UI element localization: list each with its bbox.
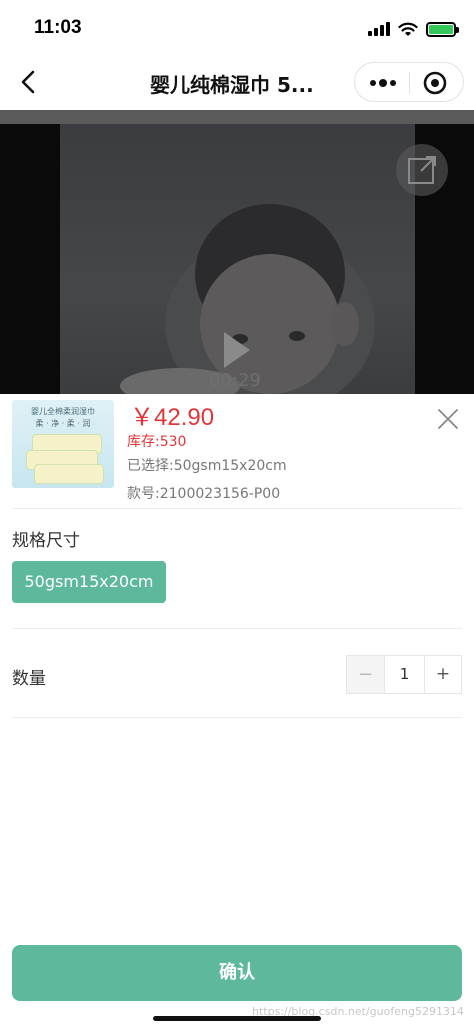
close-icon[interactable] <box>436 407 460 431</box>
status-icons <box>368 20 459 38</box>
divider <box>12 717 462 718</box>
quantity-minus-button[interactable]: − <box>347 656 385 693</box>
wifi-icon <box>398 22 418 36</box>
cellular-signal-icon <box>368 22 390 36</box>
sku-number: 款号:2100023156-P00 <box>127 486 281 502</box>
thumbnail-subtitle: 柔 · 净 · 柔 · 润 <box>35 419 91 428</box>
product-thumbnail: 婴儿全棉柔润湿巾 柔 · 净 · 柔 · 润 <box>12 400 114 488</box>
product-price: ￥42.90 <box>130 404 215 431</box>
expand-video-button[interactable] <box>396 144 448 196</box>
video-duration: 00:29 <box>209 370 261 391</box>
wipes-pack-image <box>34 464 104 484</box>
external-link-icon <box>408 156 436 184</box>
back-arrow-icon[interactable] <box>14 66 46 98</box>
spec-label: 规格尺寸 <box>12 531 80 551</box>
stock-count: 库存:530 <box>127 434 187 450</box>
status-time: 11:03 <box>34 17 82 38</box>
battery-icon <box>426 21 459 37</box>
confirm-button[interactable]: 确认 <box>12 945 462 1001</box>
quantity-label: 数量 <box>12 669 46 689</box>
quantity-plus-button[interactable]: + <box>424 656 461 693</box>
quantity-stepper: − 1 + <box>346 655 462 694</box>
page-title: 婴儿纯棉湿巾 5... <box>150 73 314 97</box>
more-dots-icon[interactable] <box>365 68 401 98</box>
close-target-icon[interactable] <box>417 68 453 98</box>
nav-bar: 婴儿纯棉湿巾 5... <box>0 56 474 110</box>
sku-bottom-sheet: 婴儿全棉柔润湿巾 柔 · 净 · 柔 · 润 ￥42.90 库存:530 已选择… <box>0 394 474 1026</box>
selected-spec: 已选择:50gsm15x20cm <box>127 458 287 474</box>
mini-program-capsule <box>354 62 464 102</box>
spec-option-chip[interactable]: 50gsm15x20cm <box>12 561 166 603</box>
divider <box>12 628 462 629</box>
play-icon[interactable] <box>222 330 252 370</box>
home-indicator <box>153 1016 321 1021</box>
divider <box>12 508 462 509</box>
status-bar: 11:03 <box>0 0 474 56</box>
capsule-divider <box>409 72 410 94</box>
thumbnail-title: 婴儿全棉柔润湿巾 <box>31 407 95 416</box>
quantity-value[interactable]: 1 <box>385 656 424 693</box>
